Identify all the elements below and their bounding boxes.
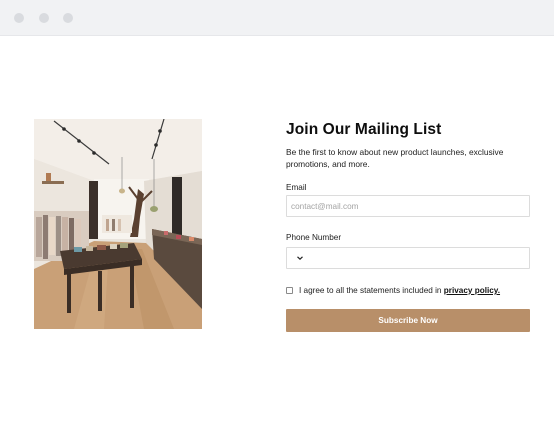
agree-text: I agree to all the statements included i… [299, 286, 442, 295]
window-dot-icon [63, 13, 73, 23]
mailing-list-form: Join Our Mailing List Be the first to kn… [286, 120, 530, 332]
subscribe-button[interactable]: Subscribe Now [286, 309, 530, 332]
email-label: Email [286, 183, 307, 192]
phone-input[interactable] [286, 247, 530, 269]
agree-checkbox[interactable] [286, 287, 293, 294]
window-titlebar [0, 0, 554, 36]
window-dot-icon [14, 13, 24, 23]
window-dot-icon [39, 13, 49, 23]
store-interior-image [34, 119, 202, 329]
agree-label: I agree to all the statements included i… [299, 286, 500, 296]
agree-row: I agree to all the statements included i… [286, 286, 530, 298]
email-input[interactable] [286, 195, 530, 217]
chevron-down-icon[interactable] [296, 254, 304, 262]
form-title: Join Our Mailing List [286, 121, 442, 138]
browser-window: Join Our Mailing List Be the first to kn… [0, 0, 554, 422]
form-subtitle: Be the first to know about new product l… [286, 147, 504, 169]
phone-label: Phone Number [286, 233, 342, 242]
privacy-policy-link[interactable]: privacy policy. [444, 286, 500, 295]
